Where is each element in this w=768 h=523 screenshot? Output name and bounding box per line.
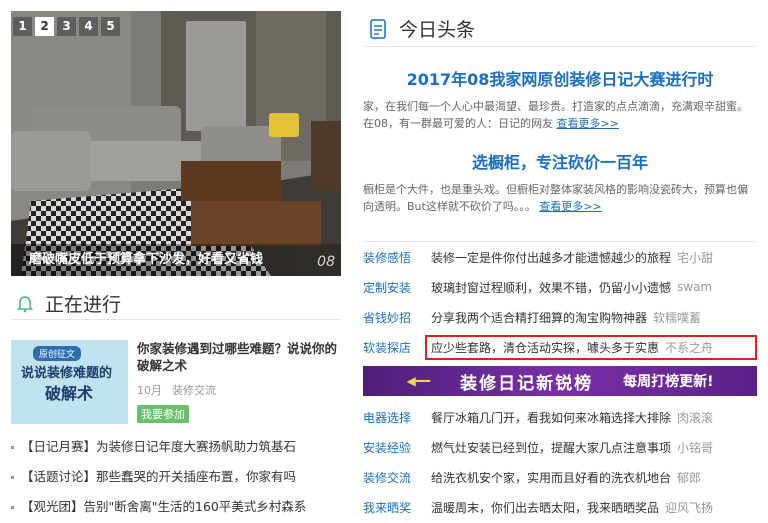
banner-main-text: 装修日记新锐榜	[460, 373, 594, 394]
headline-1-title[interactable]: 2017年08我家网原创装修日记大赛进行时	[363, 66, 757, 90]
slider-pagination: 1 2 3 4 5	[13, 17, 120, 36]
headline-1-text: 家，在我们每一个人心中最渴望、最珍贵。打造家的点点滴滴，充满艰辛甜蜜。在08，有…	[363, 100, 748, 130]
article-category[interactable]: 安装经验	[363, 439, 421, 456]
article-list-2: 电器选择 餐厅冰箱几门开，看我如何来冰箱选择大排除 肉滚滚 安装经验 燃气灶安装…	[363, 402, 757, 522]
slider-page-4[interactable]: 4	[79, 17, 98, 36]
feature-info: 你家装修遇到过哪些难题？说说你的破解之术 10月 装修交流 我要参加	[137, 340, 341, 423]
headline-1-more-link[interactable]: 查看更多>>	[557, 117, 619, 130]
list-item-highlighted: 软装探店 应少些套路，清仓活动实探，噱头多于实惠 不系之舟	[363, 332, 757, 362]
headline-1: 2017年08我家网原创装修日记大赛进行时 家，在我们每一个人心中最渴望、最珍贵…	[363, 66, 757, 132]
banner-arrow-left-icon: ◀━━	[406, 374, 431, 388]
list-item: 安装经验 燃气灶安装已经到位，提醒大家几点注意事项 小铭哥	[363, 432, 757, 462]
article-category[interactable]: 电器选择	[363, 409, 421, 426]
slide-caption[interactable]: 磨破嘴皮低于预算拿下沙发，好看又省钱	[11, 244, 341, 276]
slide-logo: 08	[317, 254, 335, 270]
article-title[interactable]: 装修一定是件你付出越多才能遗憾越少的旅程	[431, 249, 671, 266]
article-author: 郁郎	[677, 470, 702, 485]
thumb-line-1: 说说装修难题的	[21, 366, 113, 381]
today-section-header: 今日头条	[363, 11, 757, 47]
list-item[interactable]: 【话题讨论】那些蠢哭的开关插座布置，你家有吗	[11, 466, 341, 496]
feature-date: 10月	[137, 384, 162, 397]
ongoing-news-list: 【日记月赛】为装修日记年度大赛扬帆助力筑基石 【话题讨论】那些蠢哭的开关插座布置…	[11, 436, 341, 523]
headline-2-desc: 橱柜是个大件，也是重头戏。但橱柜对整体家装风格的影响没瓷砖大，预算也偏向透明。B…	[363, 181, 757, 215]
article-title[interactable]: 应少些套路，清仓活动实探，噱头多于实惠	[431, 339, 659, 356]
list-item: 省钱妙招 分享我两个适合精打细算的淘宝购物神器 软糯噗蓄	[363, 302, 757, 332]
article-title[interactable]: 给洗衣机安个家，实用而且好看的洗衣机地台	[431, 469, 671, 486]
article-author: 不系之舟	[665, 340, 714, 355]
headline-2-more-link[interactable]: 查看更多>>	[539, 200, 601, 213]
article-author: 软糯噗蓄	[653, 310, 702, 325]
list-item: 定制安装 玻璃封窗过程顺利，效果不错，仍留小小遗憾 swam	[363, 272, 757, 302]
feature-category: 装修交流	[172, 384, 216, 397]
article-author: 宅小甜	[677, 250, 714, 265]
feature-meta: 10月 装修交流	[137, 382, 341, 398]
thumb-line-2: 破解术	[45, 384, 94, 403]
article-title[interactable]: 燃气灶安装已经到位，提醒大家几点注意事项	[431, 439, 671, 456]
article-category[interactable]: 装修感悟	[363, 249, 421, 266]
article-title[interactable]: 玻璃封窗过程顺利，效果不错，仍留小小遗憾	[431, 279, 671, 296]
image-slider[interactable]: 1 2 3 4 5 磨破嘴皮低于预算拿下沙发，好看又省钱 08	[11, 11, 341, 276]
slider-page-2[interactable]: 2	[35, 17, 54, 36]
article-author: swam	[677, 280, 713, 294]
feature-thumbnail[interactable]: 原创征文 说说装修难题的 破解术	[11, 340, 128, 424]
list-item[interactable]: 【日记月赛】为装修日记年度大赛扬帆助力筑基石	[11, 436, 341, 466]
article-category[interactable]: 定制安装	[363, 279, 421, 296]
headline-1-desc: 家，在我们每一个人心中最渴望、最珍贵。打造家的点点滴滴，充满艰辛甜蜜。在08，有…	[363, 98, 757, 132]
slider-page-3[interactable]: 3	[57, 17, 76, 36]
list-item[interactable]: 【观光团】告别"断舍离"生活的160平美式乡村森系	[11, 496, 341, 523]
list-item: 电器选择 餐厅冰箱几门开，看我如何来冰箱选择大排除 肉滚滚	[363, 402, 757, 432]
article-category[interactable]: 装修交流	[363, 469, 421, 486]
article-category[interactable]: 省钱妙招	[363, 309, 421, 326]
article-author: 迎风飞扬	[665, 500, 714, 515]
ongoing-title: 正在进行	[45, 294, 122, 316]
feature-title[interactable]: 你家装修遇到过哪些难题？说说你的破解之术	[137, 340, 341, 374]
ongoing-section-header: 正在进行	[11, 288, 341, 320]
article-title[interactable]: 餐厅冰箱几门开，看我如何来冰箱选择大排除	[431, 409, 671, 426]
article-list-1: 装修感悟 装修一定是件你付出越多才能遗憾越少的旅程 宅小甜 定制安装 玻璃封窗过…	[363, 241, 757, 362]
article-author: 肉滚滚	[677, 410, 714, 425]
join-button[interactable]: 我要参加	[137, 405, 189, 423]
list-item: 装修感悟 装修一定是件你付出越多才能遗憾越少的旅程 宅小甜	[363, 242, 757, 272]
rank-banner[interactable]: ◀━━ 装修日记新锐榜 每周打榜更新!	[363, 366, 757, 396]
thumb-tag: 原创征文	[33, 346, 82, 361]
today-title: 今日头条	[399, 19, 476, 41]
article-title[interactable]: 分享我两个适合精打细算的淘宝购物神器	[431, 309, 647, 326]
document-icon	[363, 14, 393, 44]
article-category[interactable]: 我来晒奖	[363, 499, 421, 516]
slide-photo	[11, 11, 341, 276]
article-author: 小铭哥	[677, 440, 714, 455]
ongoing-feature: 原创征文 说说装修难题的 破解术 你家装修遇到过哪些难题？说说你的破解之术 10…	[11, 340, 341, 428]
list-item: 我来晒奖 温暖周末，你们出去晒太阳，我来晒晒奖品 迎风飞扬	[363, 492, 757, 522]
highlight-box: 应少些套路，清仓活动实探，噱头多于实惠 不系之舟	[425, 334, 757, 360]
bell-icon	[11, 290, 39, 318]
slider-page-1[interactable]: 1	[13, 17, 32, 36]
banner-sub-text: 每周打榜更新!	[623, 374, 714, 390]
slider-page-5[interactable]: 5	[101, 17, 120, 36]
article-category[interactable]: 软装探店	[363, 339, 421, 356]
headline-2-title[interactable]: 选橱柜，专注砍价一百年	[363, 149, 757, 173]
list-item: 装修交流 给洗衣机安个家，实用而且好看的洗衣机地台 郁郎	[363, 462, 757, 492]
headline-2: 选橱柜，专注砍价一百年 橱柜是个大件，也是重头戏。但橱柜对整体家装风格的影响没瓷…	[363, 149, 757, 215]
article-title[interactable]: 温暖周末，你们出去晒太阳，我来晒晒奖品	[431, 499, 659, 516]
